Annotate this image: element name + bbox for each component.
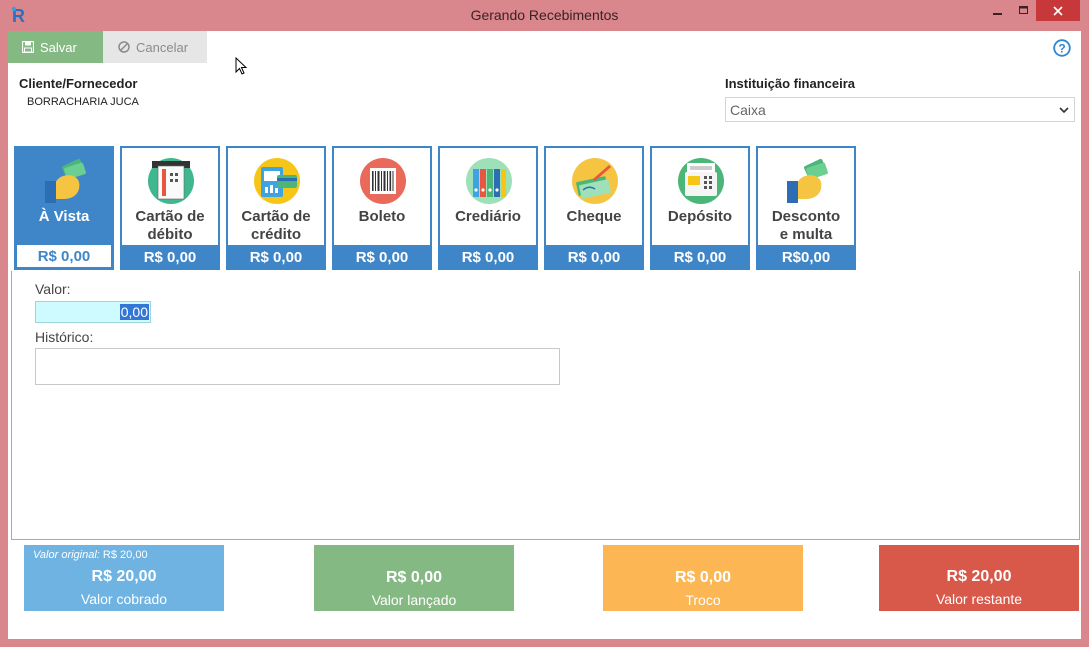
payment-tile-value: R$ 0,00 xyxy=(438,245,538,270)
svg-text:?: ? xyxy=(1058,41,1065,55)
credit-card-icon xyxy=(254,158,300,204)
money-hand-icon xyxy=(45,158,86,203)
valor-restante-amount: R$ 20,00 xyxy=(946,568,1012,585)
payment-tile-value: R$ 0,00 xyxy=(650,245,750,270)
barcode-icon xyxy=(360,158,406,204)
payment-tile-label: À Vista xyxy=(38,208,90,225)
payment-tile-label: Boleto xyxy=(358,208,406,225)
valor-restante-label: Valor restante xyxy=(935,591,1023,607)
payment-tile-desconto-multa[interactable]: Desconto e multa R$0,00 xyxy=(756,146,856,270)
valor-cobrado-label: Valor cobrado xyxy=(80,591,168,607)
summary-valor-restante: R$ 20,00 Valor restante xyxy=(879,545,1079,611)
save-button-label: Salvar xyxy=(40,39,77,55)
payment-tile-value: R$ 0,00 xyxy=(226,245,326,270)
payment-tile-label: Cheque xyxy=(566,208,622,225)
check-signing-icon xyxy=(572,158,618,204)
payment-tile-label: Depósito xyxy=(667,208,733,225)
close-icon xyxy=(1053,5,1063,16)
payment-tile-value: R$ 0,00 xyxy=(544,245,644,270)
floppy-disk-icon xyxy=(22,41,34,53)
payment-tile-value: R$0,00 xyxy=(756,245,856,270)
valor-label: Valor: xyxy=(35,281,71,297)
minimize-button[interactable] xyxy=(986,0,1010,21)
troco-amount: R$ 0,00 xyxy=(674,569,732,586)
payment-tile-crediario[interactable]: Crediário R$ 0,00 xyxy=(438,146,538,270)
maximize-button[interactable] xyxy=(1012,0,1036,21)
payment-tile-label: Cartão de débito xyxy=(135,208,205,243)
deposit-machine-icon xyxy=(678,158,724,204)
client-name: BORRACHARIA JUCA xyxy=(27,96,139,108)
debit-card-icon xyxy=(148,158,194,204)
payment-tile-deposito[interactable]: Depósito R$ 0,00 xyxy=(650,146,750,270)
payment-tile-cheque[interactable]: Cheque R$ 0,00 xyxy=(544,146,644,270)
payment-tile-label: Crediário xyxy=(455,208,521,225)
valor-cobrado-amount: R$ 20,00 xyxy=(91,568,157,585)
payment-tile-boleto[interactable]: Boleto R$ 0,00 xyxy=(332,146,432,270)
minimize-icon xyxy=(993,12,1002,15)
payment-tile-cartao-credito[interactable]: Cartão de crédito R$ 0,00 xyxy=(226,146,326,270)
help-icon[interactable]: ? xyxy=(1053,39,1071,57)
valor-original-value: R$ 20,00 xyxy=(102,549,148,561)
maximize-icon xyxy=(1019,5,1028,14)
payment-tile-value: R$ 0,00 xyxy=(120,245,220,270)
summary-valor-cobrado: Valor original: R$ 20,00 R$ 20,00 Valor … xyxy=(24,545,224,611)
payment-tile-label: Cartão de crédito xyxy=(241,208,311,243)
mouse-cursor-icon xyxy=(235,57,248,75)
chevron-down-icon xyxy=(1059,107,1069,114)
ban-icon xyxy=(118,41,130,53)
window-title: Gerando Recebimentos xyxy=(470,7,619,23)
payment-tile-value: R$ 0,00 xyxy=(332,245,432,270)
valor-input[interactable]: 0,00 xyxy=(35,301,151,323)
valor-original: Valor original: R$ 20,00 xyxy=(33,549,148,561)
payment-detail-panel xyxy=(11,271,1080,540)
summary-troco: R$ 0,00 Troco xyxy=(603,545,803,611)
valor-lancado-amount: R$ 0,00 xyxy=(385,569,443,586)
historico-input[interactable] xyxy=(35,348,560,385)
binders-icon xyxy=(466,158,512,204)
summary-valor-lancado: R$ 0,00 Valor lançado xyxy=(314,545,514,611)
institution-selected-value: Caixa xyxy=(730,101,766,118)
valor-original-label: Valor original: xyxy=(33,549,100,561)
institution-label: Instituição financeira xyxy=(725,76,856,91)
money-hand-icon xyxy=(787,158,828,203)
cancel-button-label: Cancelar xyxy=(136,39,189,55)
historico-label: Histórico: xyxy=(35,329,94,345)
save-button[interactable]: Salvar xyxy=(8,31,103,63)
close-button[interactable] xyxy=(1036,0,1080,21)
cancel-button[interactable]: Cancelar xyxy=(103,31,207,63)
payment-tile-label: Desconto e multa xyxy=(771,208,841,243)
payment-tile-a-vista[interactable]: À Vista R$ 0,00 xyxy=(14,146,114,270)
payment-tile-value: R$ 0,00 xyxy=(17,245,111,267)
troco-label: Troco xyxy=(685,592,721,608)
client-label: Cliente/Fornecedor xyxy=(19,76,138,91)
title-bar: R Gerando Recebimentos xyxy=(0,0,1089,31)
valor-lancado-label: Valor lançado xyxy=(371,592,457,608)
payment-tile-cartao-debito[interactable]: Cartão de débito R$ 0,00 xyxy=(120,146,220,270)
valor-input-value: 0,00 xyxy=(119,304,149,320)
institution-select[interactable]: Caixa xyxy=(725,97,1075,122)
client-area: Salvar Cancelar ? Cliente/Fornecedor BOR… xyxy=(8,31,1081,639)
